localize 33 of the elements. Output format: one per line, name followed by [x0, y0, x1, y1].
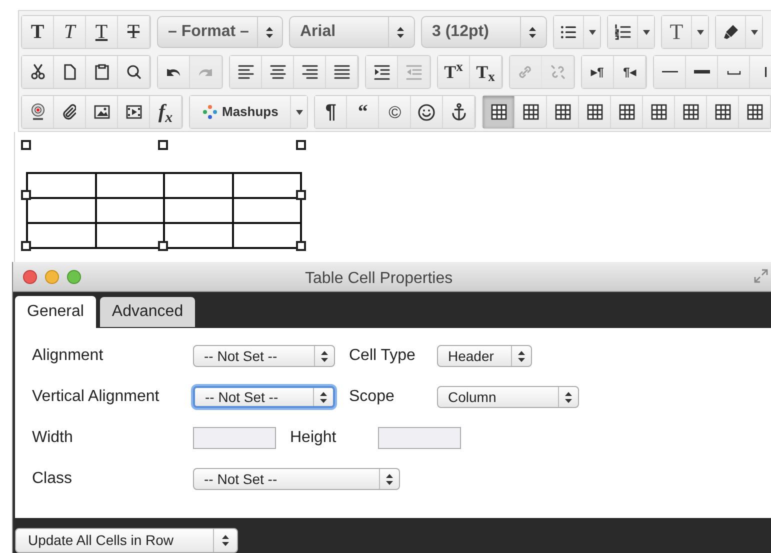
field-label: Cell Type [349, 346, 416, 366]
dropdown[interactable]: Column [437, 386, 579, 408]
dropdown[interactable]: 3 (12pt) [421, 16, 547, 48]
tab[interactable]: Advanced [100, 297, 196, 327]
field-label: Class [32, 469, 74, 489]
toolbar-button[interactable]: ▸¶ [582, 56, 614, 88]
toolbar-button[interactable]: T [22, 16, 54, 48]
field-label: Width [32, 428, 74, 448]
dropdown[interactable]: -- Not Set -- [193, 386, 335, 408]
dropdown[interactable]: -- Not Set -- [193, 468, 400, 490]
field-label: Height [290, 428, 338, 448]
toolbar-button[interactable]: T [662, 16, 692, 48]
toolbar-button[interactable]: ¶◂ [614, 56, 646, 88]
field-label: Vertical Alignment [32, 387, 160, 407]
dropdown[interactable]: – Format – [157, 16, 283, 48]
dropdown[interactable]: Arial [289, 16, 415, 48]
dropdown[interactable]: Update All Cells in Row [15, 528, 238, 553]
toolbar-button[interactable]: Mashups [190, 96, 292, 128]
dropdown[interactable]: -- Not Set -- [193, 345, 335, 367]
field-label: Scope [349, 387, 396, 407]
dropdown[interactable]: Header [437, 345, 532, 367]
toolbar-button[interactable]: T$^{x}$ [438, 56, 470, 88]
window-title: Table Cell Properties [305, 269, 453, 289]
toolbar-button[interactable]: T [118, 16, 150, 48]
tab[interactable]: General [15, 296, 96, 328]
field-label: Alignment [32, 346, 104, 366]
toolbar-button[interactable]: © [379, 96, 412, 128]
toolbar-button[interactable]: f$_{x}$ [150, 96, 182, 128]
toolbar-button[interactable]: ¶ [315, 96, 348, 128]
toolbar-button[interactable]: T$_{x}$ [470, 56, 502, 88]
toolbar-button[interactable]: “ [347, 96, 380, 128]
toolbar-button[interactable]: T [86, 16, 118, 48]
toolbar-button[interactable]: T [54, 16, 86, 48]
